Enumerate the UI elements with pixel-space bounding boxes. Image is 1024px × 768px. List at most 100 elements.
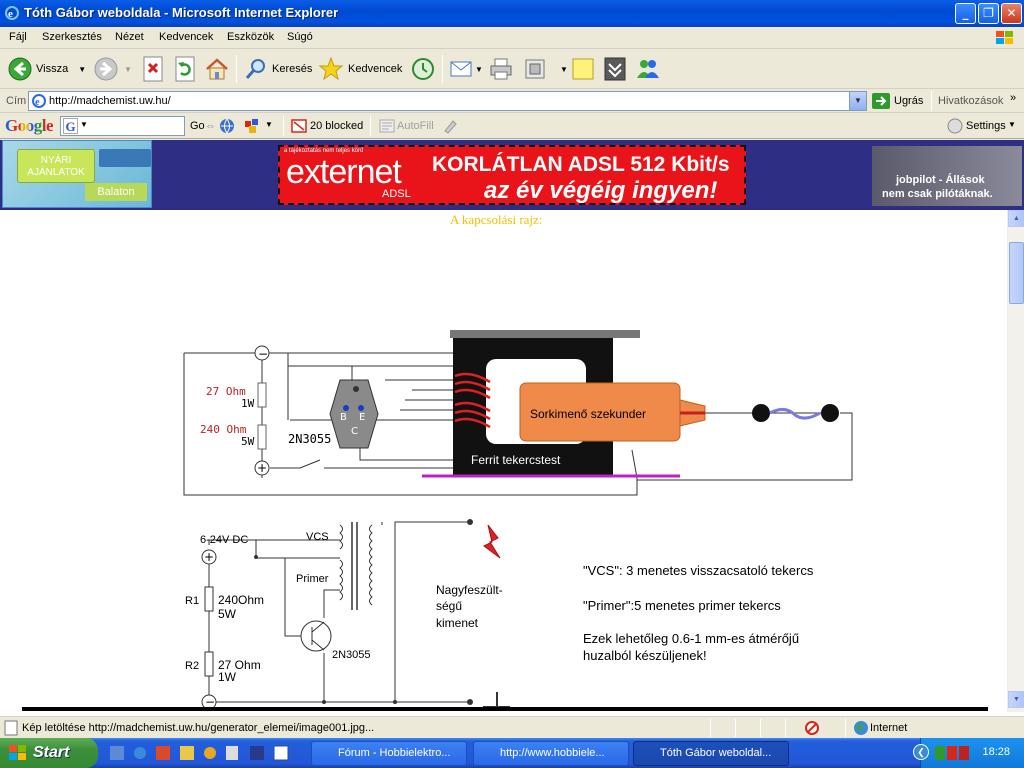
popup-blocked-count[interactable]: 20 blocked xyxy=(310,120,363,132)
research-button[interactable] xyxy=(602,53,628,85)
scroll-thumb[interactable] xyxy=(1009,242,1024,304)
favorites-button[interactable]: Kedvencek xyxy=(318,53,402,85)
d1-base: B xyxy=(340,412,347,423)
taskbar: Start Fórum - Hobbielektro... http://www… xyxy=(0,738,1024,768)
scroll-up-icon[interactable]: ▲ xyxy=(1008,210,1024,227)
tray-icons[interactable] xyxy=(935,745,971,761)
restore-button[interactable]: ❐ xyxy=(978,3,999,24)
printer-icon xyxy=(490,58,512,80)
google-g-icon: G xyxy=(63,118,78,134)
print-button[interactable] xyxy=(488,53,514,85)
d1-spark-electrode-2 xyxy=(821,404,839,422)
links-button[interactable]: Hivatkozások xyxy=(938,95,1003,107)
close-button[interactable]: ✕ xyxy=(1001,3,1022,24)
d2-r2-label: R2 xyxy=(185,660,199,672)
title-bar[interactable]: e Tóth Gábor weboldala - Microsoft Inter… xyxy=(0,0,1024,27)
edit-dropdown-icon[interactable]: ▼ xyxy=(560,65,568,74)
settings-dropdown-icon[interactable]: ▼ xyxy=(1008,120,1016,129)
home-button[interactable] xyxy=(204,53,230,85)
autofill-button[interactable]: AutoFill xyxy=(397,120,434,132)
forward-button[interactable]: ▼ xyxy=(94,53,132,85)
menu-tools[interactable]: Eszközök xyxy=(227,31,274,43)
status-message: Kép letöltése http://madchemist.uw.hu/ge… xyxy=(22,722,375,734)
popup-blocked-status-icon[interactable] xyxy=(804,720,820,736)
d1-resistor-27 xyxy=(257,382,267,408)
address-url: http://madchemist.uw.hu/ xyxy=(49,95,171,107)
d1-spark-electrode-1 xyxy=(752,404,770,422)
windows-logo-icon xyxy=(996,31,1013,44)
start-button[interactable]: Start xyxy=(0,738,98,768)
edit-page-icon xyxy=(525,59,545,79)
jobpilot-line1: jobpilot - Állások xyxy=(896,174,985,186)
highlighter-icon[interactable] xyxy=(442,118,458,134)
vertical-scrollbar[interactable]: ▲ ▼ xyxy=(1007,210,1024,712)
back-button[interactable]: Vissza ▼ xyxy=(8,53,86,85)
jobpilot-ad[interactable]: jobpilot - Állások nem csak pilótáknak. xyxy=(872,146,1022,206)
back-dropdown-icon[interactable]: ▼ xyxy=(78,65,86,74)
task-forum[interactable]: Fórum - Hobbielektro... xyxy=(311,741,467,766)
links-chevron-icon[interactable]: » xyxy=(1010,92,1016,104)
quick-launch-icons[interactable] xyxy=(110,745,294,761)
history-button[interactable] xyxy=(410,53,436,85)
start-label: Start xyxy=(33,744,70,761)
task-hobbielektro-label: http://www.hobbiele... xyxy=(500,747,605,759)
menu-view[interactable]: Nézet xyxy=(115,31,144,43)
address-input[interactable]: e http://madchemist.uw.hu/ ▼ xyxy=(28,91,867,111)
google-news-icon[interactable] xyxy=(244,118,262,134)
research-icon xyxy=(604,57,626,81)
menu-file[interactable]: Fájl xyxy=(9,31,27,43)
refresh-button[interactable] xyxy=(173,53,197,85)
menu-edit[interactable]: Szerkesztés xyxy=(42,31,102,43)
d1-plus-sign: + xyxy=(257,461,267,475)
d1-secondary-label: Sorkimenő szekunder xyxy=(530,407,646,421)
address-dropdown-icon[interactable]: ▼ xyxy=(849,92,866,110)
ad-nyari-line2: AJÁNLATOK xyxy=(27,167,85,178)
system-tray: ❮ 18:28 xyxy=(913,738,1024,768)
page-loading-icon xyxy=(4,720,18,736)
edit-button[interactable]: ▼ xyxy=(522,53,568,85)
google-search-web-icon[interactable] xyxy=(219,118,235,134)
d2-core-lines xyxy=(351,522,358,610)
google-news-dropdown-icon[interactable]: ▼ xyxy=(265,120,273,129)
ad-balaton: Balaton xyxy=(85,183,147,201)
ad-brand: externet xyxy=(286,153,402,191)
task-hobbielektro[interactable]: http://www.hobbiele... xyxy=(473,741,629,766)
popup-blocker-icon[interactable] xyxy=(291,119,307,133)
menu-bar: Fájl Szerkesztés Nézet Kedvencek Eszközö… xyxy=(0,27,1024,49)
discuss-button[interactable] xyxy=(570,53,596,85)
d2-secondary-coil xyxy=(369,524,373,606)
search-button[interactable]: Keresés xyxy=(244,53,312,85)
utazas-ad[interactable]: NYÁRI AJÁNLATOK Balaton xyxy=(2,140,152,208)
note-wire-1: Ezek lehetőleg 0.6-1 mm-es átmérőjű xyxy=(583,631,799,646)
d1-r2-label: 240 Ohm xyxy=(200,423,247,436)
go-arrow-icon xyxy=(872,93,890,109)
mail-dropdown-icon[interactable]: ▼ xyxy=(475,65,483,74)
task-toth-gabor[interactable]: Tóth Gábor weboldal... xyxy=(633,741,789,766)
google-dropdown-icon[interactable]: ▼ xyxy=(80,120,88,129)
google-go-button[interactable]: Go xyxy=(190,120,205,132)
settings-button[interactable]: Settings xyxy=(966,120,1006,132)
menu-favorites[interactable]: Kedvencek xyxy=(159,31,213,43)
address-bar: Cím e http://madchemist.uw.hu/ ▼ Ugrás H… xyxy=(0,89,1024,113)
windows-flag-icon xyxy=(9,745,26,760)
go-button[interactable]: Ugrás xyxy=(872,93,923,109)
favorites-label: Kedvencek xyxy=(348,63,403,75)
d1-collector: C xyxy=(351,426,358,437)
d1-r1w-label: 1W xyxy=(241,397,255,410)
messenger-button[interactable] xyxy=(634,53,662,85)
d1-spark-arc xyxy=(769,408,821,420)
google-search-input[interactable]: G ▼ xyxy=(60,116,185,136)
forward-dropdown-icon[interactable]: ▼ xyxy=(124,65,132,74)
google-logo[interactable]: Google xyxy=(5,116,54,136)
ie-icon: e xyxy=(5,6,19,20)
task-toth-gabor-label: Tóth Gábor weboldal... xyxy=(660,747,772,759)
scroll-down-icon[interactable]: ▼ xyxy=(1008,691,1024,708)
tray-expand-icon[interactable]: ❮ xyxy=(913,744,929,760)
autofill-icon xyxy=(379,119,395,133)
stop-button[interactable] xyxy=(141,53,165,85)
externet-ad[interactable]: a tájékoztatás nem teljes körű externet … xyxy=(278,145,746,205)
d2-output-line1: Nagyfeszült- xyxy=(436,583,503,597)
menu-help[interactable]: Súgó xyxy=(287,31,313,43)
mail-button[interactable]: ▼ xyxy=(449,53,483,85)
minimize-button[interactable]: _ xyxy=(955,3,976,24)
